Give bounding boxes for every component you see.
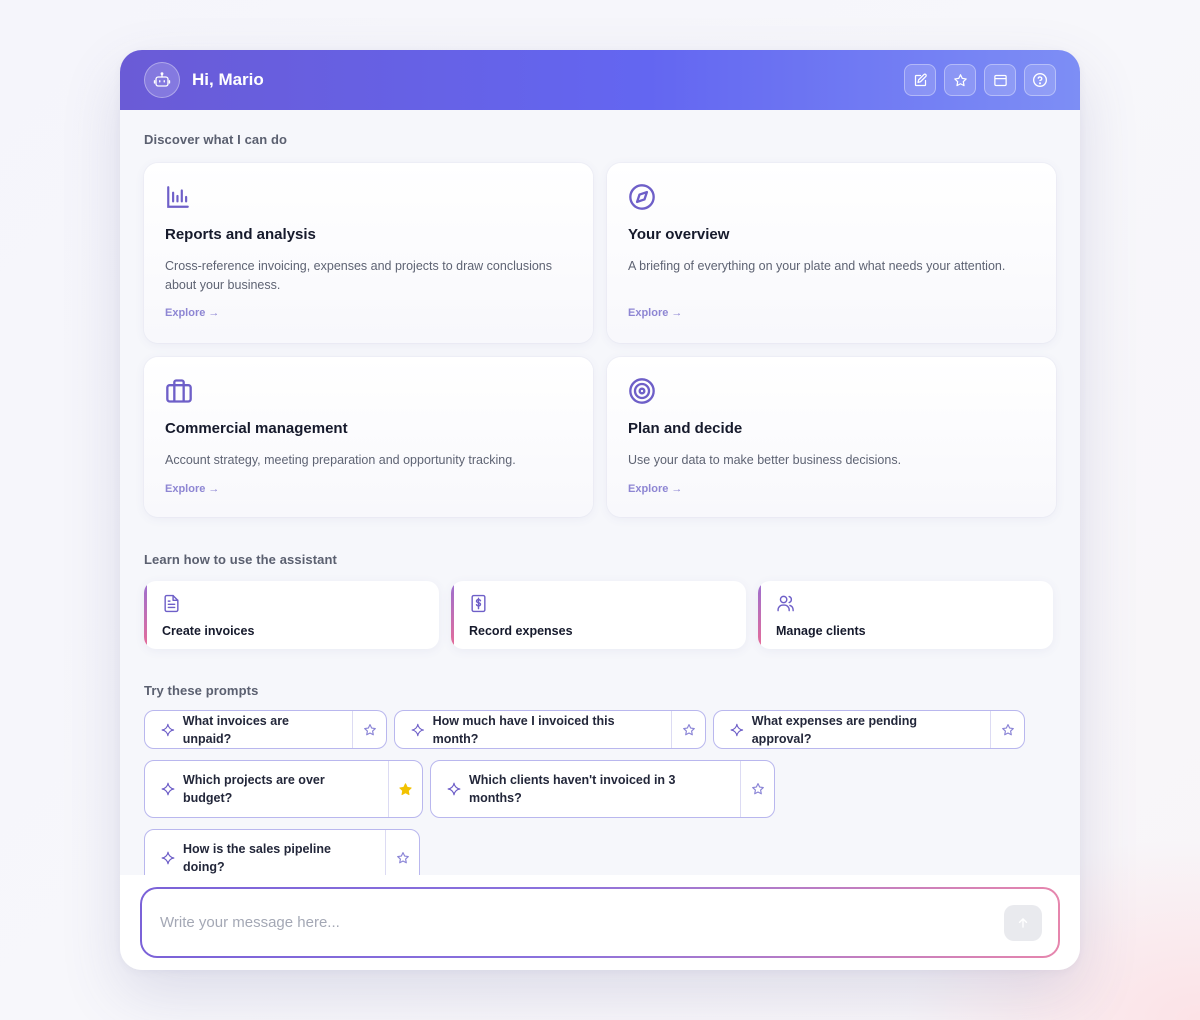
card-title: Plan and decide	[628, 420, 743, 437]
star-outline-icon	[396, 852, 409, 864]
learn-label: Manage clients	[776, 624, 866, 638]
learn-create-invoices[interactable]: Create invoices	[144, 581, 439, 649]
prompts-section-title: Try these prompts	[144, 683, 259, 698]
prompt-text: How much have I invoiced this month?	[432, 713, 615, 746]
prompt-chip: How much have I invoiced this month?	[394, 710, 706, 749]
star-outline-icon	[363, 723, 376, 735]
favorite-toggle[interactable]	[388, 761, 422, 817]
briefcase-icon	[166, 379, 192, 403]
sparkle-icon	[411, 723, 425, 736]
composer	[120, 875, 1080, 970]
prompt-chip: Which projects are over budget?	[144, 760, 423, 818]
card-description: A briefing of everything on your plate a…	[628, 259, 1006, 273]
explore-link[interactable]: Explore →	[165, 483, 219, 495]
prompt-button[interactable]: Which clients haven't invoiced in 3 mont…	[431, 761, 740, 817]
window-button[interactable]	[984, 64, 1016, 96]
learn-section-title: Learn how to use the assistant	[144, 552, 337, 567]
star-filled-icon	[399, 782, 412, 795]
prompt-button[interactable]: Which projects are over budget?	[145, 761, 388, 817]
prompt-text: How is the sales pipeline doing?	[183, 842, 331, 874]
prompt-chip: What invoices are unpaid?	[144, 710, 387, 749]
prompt-button[interactable]: How much have I invoiced this month?	[395, 711, 671, 748]
card-reports-analysis[interactable]: Reports and analysis Cross-reference inv…	[144, 163, 593, 343]
learn-record-expenses[interactable]: Record expenses	[451, 581, 746, 649]
prompt-text: What invoices are unpaid?	[182, 713, 290, 746]
receipt-dollar-icon	[471, 594, 486, 613]
edit-icon	[914, 73, 927, 86]
card-your-overview[interactable]: Your overview A briefing of everything o…	[607, 163, 1056, 343]
learn-manage-clients[interactable]: Manage clients	[758, 581, 1053, 649]
favorite-toggle[interactable]	[990, 711, 1024, 748]
star-icon	[953, 73, 967, 86]
card-commercial-management[interactable]: Commercial management Account strategy, …	[144, 357, 593, 517]
assistant-panel: Hi, Mario Discover what I can do Reports…	[120, 50, 1080, 970]
prompt-button[interactable]: What expenses are pending approval?	[714, 711, 990, 748]
learn-label: Create invoices	[162, 624, 255, 638]
card-description: Use your data to make better business de…	[628, 453, 902, 467]
star-outline-icon	[751, 783, 764, 795]
document-icon	[164, 594, 179, 613]
target-icon	[629, 378, 655, 404]
sparkle-icon	[447, 782, 461, 796]
bar-chart-icon	[167, 186, 189, 208]
prompt-text: Which clients haven't invoiced in 3 mont…	[469, 773, 676, 805]
message-input-frame	[140, 887, 1060, 958]
sparkle-icon	[161, 723, 175, 736]
compass-icon	[629, 184, 655, 210]
prompt-text: Which projects are over budget?	[183, 773, 325, 805]
explore-link[interactable]: Explore →	[628, 307, 682, 319]
card-description: Cross-reference invoicing, expenses and …	[165, 259, 552, 292]
prompt-text: What expenses are pending approval?	[751, 713, 918, 746]
learn-cards: Create invoices Record expenses Manage c…	[144, 581, 1056, 649]
message-input[interactable]	[160, 914, 1004, 931]
new-chat-button[interactable]	[904, 64, 936, 96]
help-button[interactable]	[1024, 64, 1056, 96]
sparkle-icon	[730, 723, 744, 736]
favorite-toggle[interactable]	[740, 761, 774, 817]
explore-link[interactable]: Explore →	[628, 483, 682, 495]
prompt-chip: What expenses are pending approval?	[713, 710, 1025, 749]
window-icon	[993, 74, 1007, 86]
help-icon	[1033, 73, 1047, 87]
learn-label: Record expenses	[469, 624, 573, 638]
capability-cards: Reports and analysis Cross-reference inv…	[144, 163, 1056, 517]
card-title: Reports and analysis	[165, 226, 316, 243]
prompt-chips: What invoices are unpaid? How much have …	[144, 710, 1056, 887]
sparkle-icon	[161, 782, 175, 796]
card-title: Your overview	[628, 226, 730, 243]
card-title: Commercial management	[165, 420, 348, 437]
card-description: Account strategy, meeting preparation an…	[165, 453, 516, 467]
assistant-avatar	[144, 62, 180, 98]
favorites-button[interactable]	[944, 64, 976, 96]
prompt-button[interactable]: What invoices are unpaid?	[145, 711, 352, 748]
arrow-up-icon	[1018, 917, 1028, 928]
greeting-title: Hi, Mario	[192, 70, 264, 89]
card-plan-decide[interactable]: Plan and decide Use your data to make be…	[607, 357, 1056, 517]
favorite-toggle[interactable]	[352, 711, 386, 748]
users-icon	[777, 595, 794, 612]
header: Hi, Mario	[120, 50, 1080, 110]
discover-section-title: Discover what I can do	[144, 132, 288, 147]
prompt-chip: Which clients haven't invoiced in 3 mont…	[430, 760, 775, 818]
star-outline-icon	[682, 723, 695, 735]
send-button[interactable]	[1004, 904, 1042, 941]
sparkle-icon	[161, 851, 175, 865]
main-content: Discover what I can do Reports and analy…	[120, 132, 1080, 887]
favorite-toggle[interactable]	[671, 711, 705, 748]
explore-link[interactable]: Explore →	[165, 307, 219, 319]
robot-icon	[153, 72, 171, 87]
star-outline-icon	[1001, 723, 1014, 735]
